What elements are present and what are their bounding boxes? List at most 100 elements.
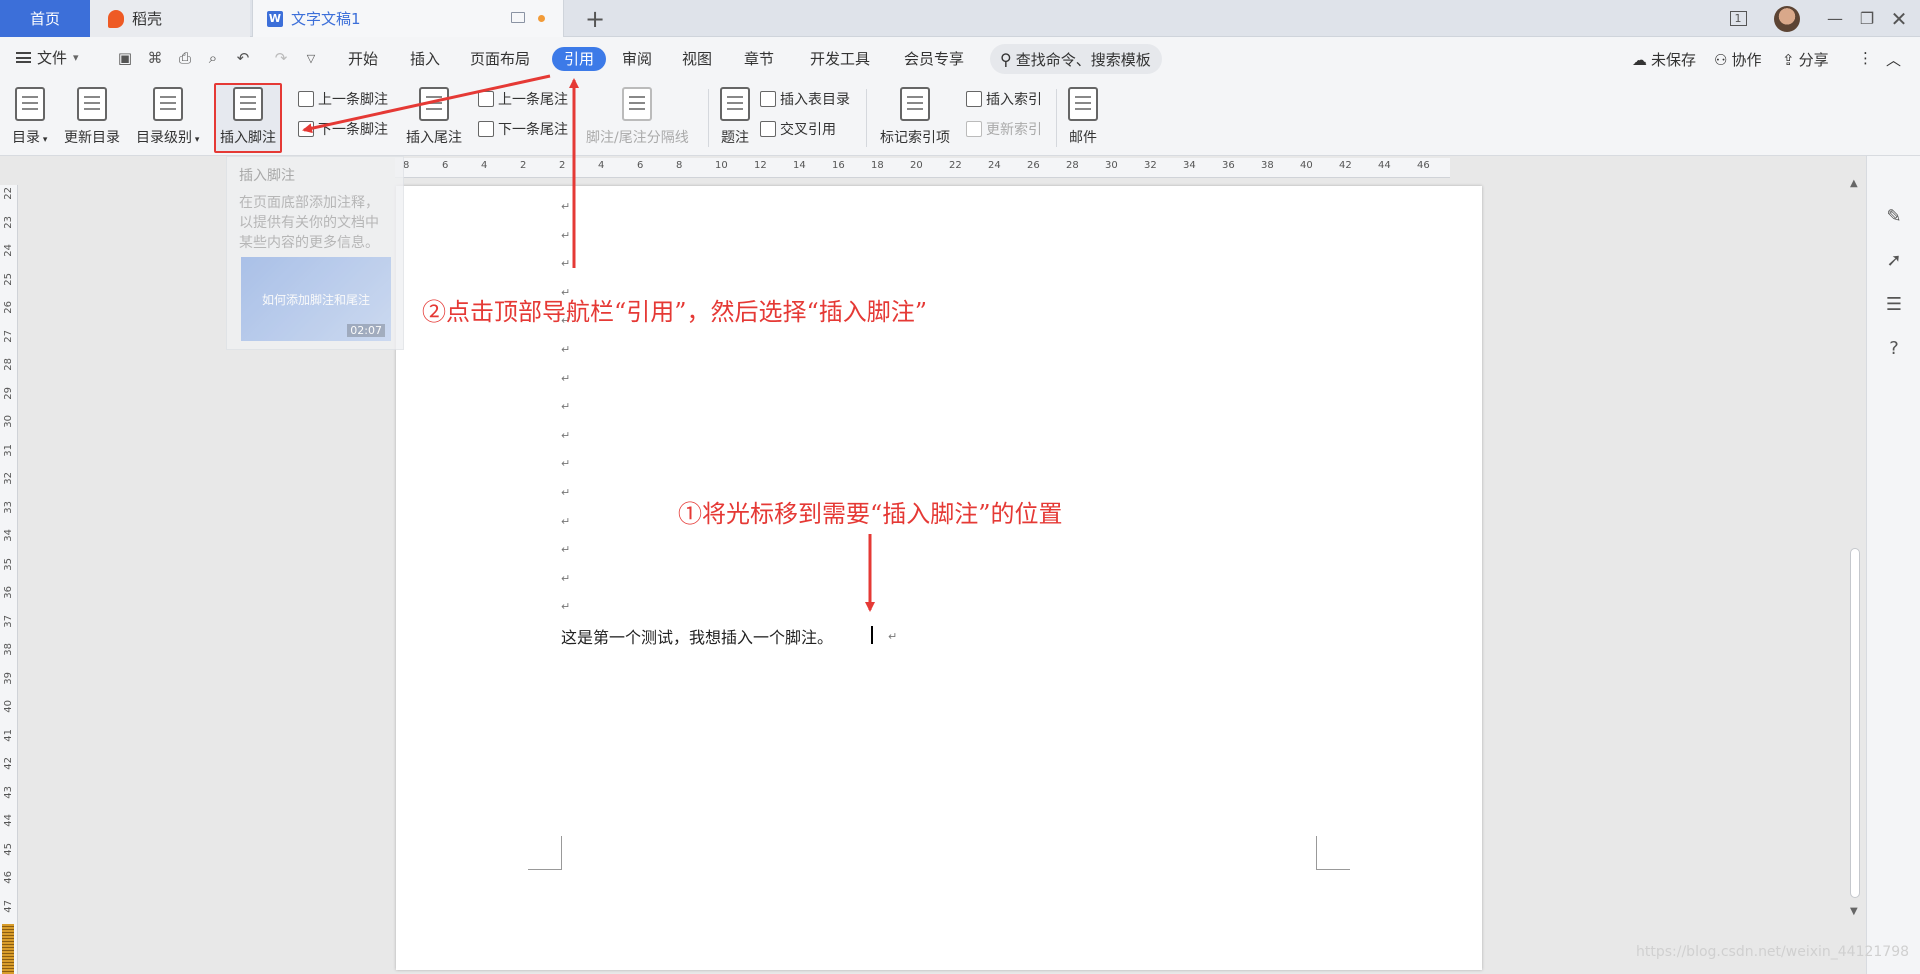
collaborate-button[interactable]: ⚇ 协作	[1714, 49, 1761, 70]
caption-button[interactable]: 题注	[720, 87, 750, 147]
share-button[interactable]: ⇪ 分享	[1782, 49, 1829, 70]
insert-index-button[interactable]: 插入索引	[966, 89, 1042, 109]
tab-daoke[interactable]: 稻壳	[90, 0, 250, 37]
prev-endnote-button[interactable]: 上一条尾注	[478, 89, 568, 109]
toc-level-button[interactable]: 目录级别 ▾	[136, 87, 199, 147]
restore-icon[interactable]: ❐	[1852, 0, 1882, 37]
ruler-tick-label: 6	[442, 160, 449, 171]
hamburger-icon	[16, 52, 31, 63]
insert-footnote-tooltip: 插入脚注 在页面底部添加注释，以提供有关你的文档中某些内容的更多信息。 如何添加…	[226, 156, 404, 350]
scroll-down-icon[interactable]: ▼	[1850, 906, 1858, 917]
separator-button[interactable]: 脚注/尾注分隔线	[586, 87, 689, 147]
edit-pen-icon[interactable]: ✎	[1884, 206, 1904, 227]
search-icon: ⚲	[1000, 49, 1012, 69]
page-margin-corner	[1316, 836, 1350, 870]
ruler-tick-label: 39	[3, 671, 14, 685]
unsaved-button[interactable]: ☁ 未保存	[1632, 49, 1696, 70]
insert-endnote-button[interactable]: 插入尾注	[406, 87, 462, 147]
update-index-icon	[966, 121, 982, 137]
ruler-tick-label: 35	[3, 557, 14, 571]
tab-view[interactable]: 视图	[672, 47, 722, 71]
ruler-tick-label: 41	[3, 728, 14, 742]
paragraph-mark: ↵	[561, 257, 571, 271]
tab-developer[interactable]: 开发工具	[800, 47, 880, 71]
mail-button[interactable]: 邮件	[1068, 87, 1098, 147]
ruler-tick-label: 46	[1417, 160, 1430, 171]
adjust-sliders-icon[interactable]: ☰	[1884, 294, 1904, 315]
prev-footnote-icon	[298, 91, 314, 107]
tab-member[interactable]: 会员专享	[894, 47, 974, 71]
redo-icon[interactable]: ↷	[272, 49, 290, 67]
update-toc-button[interactable]: 更新目录	[64, 87, 120, 147]
tab-insert[interactable]: 插入	[400, 47, 450, 71]
command-search-box[interactable]: ⚲ 查找命令、搜索模板	[990, 44, 1162, 74]
ruler-tick-label: 37	[3, 614, 14, 628]
cross-reference-button[interactable]: 交叉引用	[760, 119, 836, 139]
select-cursor-icon[interactable]: ➚	[1884, 250, 1904, 271]
prev-endnote-label: 上一条尾注	[498, 92, 568, 108]
collapse-ribbon-icon[interactable]: ︿	[1886, 49, 1901, 70]
help-icon[interactable]: ?	[1884, 338, 1904, 359]
cloud-icon: ☁	[1632, 50, 1647, 69]
table-of-figures-icon	[760, 91, 776, 107]
page-margin-corner	[528, 836, 562, 870]
next-footnote-button[interactable]: 下一条脚注	[298, 119, 388, 139]
ruler-tick-label: 45	[3, 842, 14, 856]
avatar[interactable]	[1774, 6, 1800, 32]
ruler-tick-label: 23	[3, 215, 14, 229]
ruler-tick-label: 8	[676, 160, 683, 171]
undo-icon[interactable]: ↶	[234, 49, 252, 67]
screen-icon[interactable]	[511, 12, 525, 23]
tab-review[interactable]: 审阅	[612, 47, 662, 71]
tab-document-label: 文字文稿1	[291, 10, 361, 28]
mail-icon	[1068, 87, 1098, 121]
prev-endnote-icon	[478, 91, 494, 107]
update-toc-label: 更新目录	[64, 130, 120, 146]
print-preview-icon[interactable]: ⌕	[204, 49, 222, 67]
vertical-ruler[interactable]: 22 23 24 25 26 27 28 29 30 31 32 33 34 35 36 37 38 39 40 41…	[0, 185, 18, 974]
scrollbar-thumb[interactable]	[1850, 548, 1860, 898]
ruler-tick-label: 46	[3, 871, 14, 884]
format-painter-icon[interactable]: ⌘	[146, 49, 164, 67]
insert-footnote-label: 插入脚注	[220, 130, 276, 146]
tooltip-video-thumbnail[interactable]: 如何添加脚注和尾注 02:07	[241, 257, 391, 341]
paragraph-mark: ↵	[561, 371, 571, 385]
paragraph-mark: ↵	[561, 543, 571, 557]
toc-button[interactable]: 目录 ▾	[12, 87, 47, 147]
next-endnote-button[interactable]: 下一条尾注	[478, 119, 568, 139]
ruler-tick-label: 20	[910, 160, 923, 171]
update-index-button[interactable]: 更新索引	[966, 119, 1042, 139]
window-count-badge[interactable]: 1	[1724, 0, 1752, 37]
print-icon[interactable]: ⎙	[176, 49, 194, 67]
tab-page-layout[interactable]: 页面布局	[460, 47, 540, 71]
document-text-line[interactable]: 这是第一个测试，我想插入一个脚注。	[561, 624, 833, 648]
new-tab-button[interactable]: +	[580, 2, 610, 35]
file-menu[interactable]: 文件 ▾	[16, 47, 79, 68]
scroll-up-icon[interactable]: ▲	[1850, 178, 1858, 189]
toc-label: 目录 ▾	[12, 130, 48, 146]
insert-table-of-figures-button[interactable]: 插入表目录	[760, 89, 850, 109]
ruler-tick-label: 36	[1222, 160, 1235, 171]
minimize-icon[interactable]: —	[1820, 0, 1850, 37]
ruler-tick-label: 44	[1378, 160, 1391, 171]
ruler-tick-label: 43	[3, 785, 14, 799]
tab-start[interactable]: 开始	[338, 47, 388, 71]
vertical-scrollbar[interactable]: ▲ ▼	[1846, 178, 1864, 938]
tab-references[interactable]: 引用	[552, 47, 607, 71]
insert-footnote-button[interactable]: 插入脚注	[214, 83, 282, 153]
more-icon[interactable]: ⋮	[1858, 49, 1873, 67]
mark-entry-button[interactable]: 标记索引项	[880, 87, 950, 147]
tab-home[interactable]: 首页	[0, 0, 90, 37]
ruler-tick-label: 2	[520, 160, 527, 171]
tab-document[interactable]: W 文字文稿1	[252, 0, 564, 37]
prev-footnote-button[interactable]: 上一条脚注	[298, 89, 388, 109]
save-icon[interactable]: ▣	[116, 49, 134, 67]
tab-chapter[interactable]: 章节	[734, 47, 784, 71]
close-icon[interactable]: ✕	[1884, 0, 1914, 37]
ruler-tick-label: 40	[3, 700, 14, 713]
ruler-tick-label: 25	[3, 272, 14, 286]
horizontal-ruler[interactable]: 8 6 4 2 2 4 6 8 10 12 14 16 18 20 22 24 26 28 30 32 34 36 38 40…	[395, 158, 1450, 178]
text-cursor	[871, 626, 873, 644]
quick-access-more-icon[interactable]: ▽	[302, 49, 320, 67]
writer-logo-icon: W	[267, 10, 283, 27]
